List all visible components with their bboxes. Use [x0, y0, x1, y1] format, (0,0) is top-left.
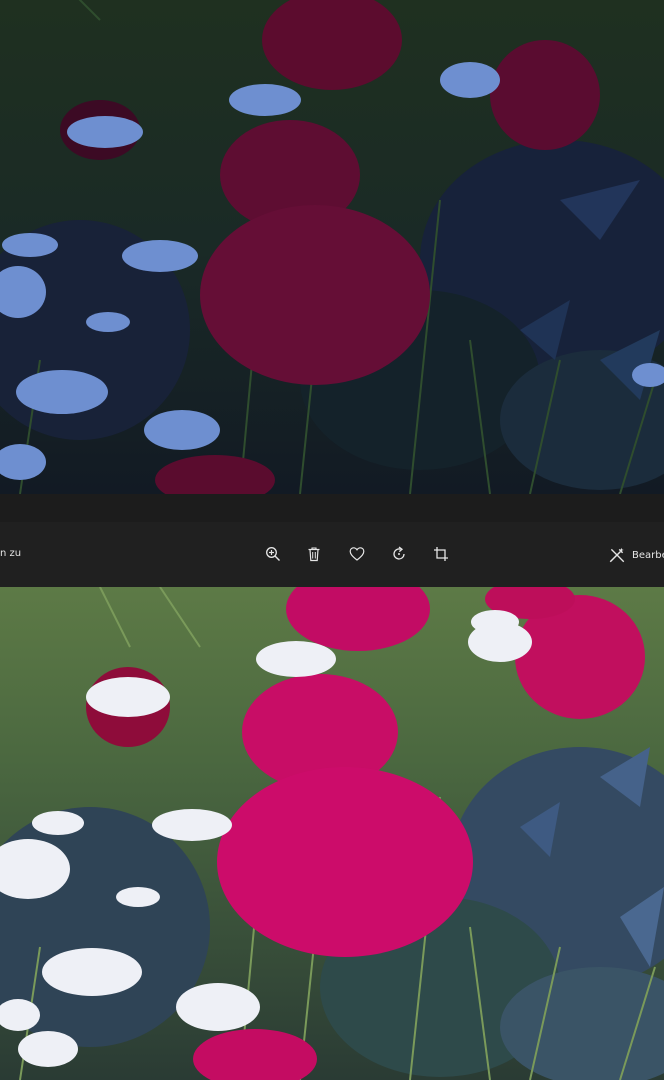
edit-icon	[609, 547, 625, 563]
title-strip	[0, 494, 664, 523]
photo-top	[0, 0, 664, 494]
back-label[interactable]: n zu	[0, 548, 21, 559]
delete-icon	[308, 547, 320, 562]
zoom-in-button[interactable]	[260, 541, 286, 567]
crop-icon	[434, 547, 448, 561]
zoom-in-icon	[266, 547, 280, 561]
photo-bottom	[0, 587, 664, 1080]
delete-button[interactable]	[301, 541, 327, 567]
edit-button[interactable]: Bearbe	[608, 542, 664, 568]
crop-button[interactable]	[428, 541, 454, 567]
favorite-button[interactable]	[344, 541, 370, 567]
viewer-toolbar: n zu Bearb	[0, 522, 664, 587]
edit-label: Bearbe	[632, 549, 664, 561]
heart-icon	[349, 547, 365, 561]
rotate-button[interactable]	[386, 541, 412, 567]
rotate-icon	[393, 546, 405, 560]
